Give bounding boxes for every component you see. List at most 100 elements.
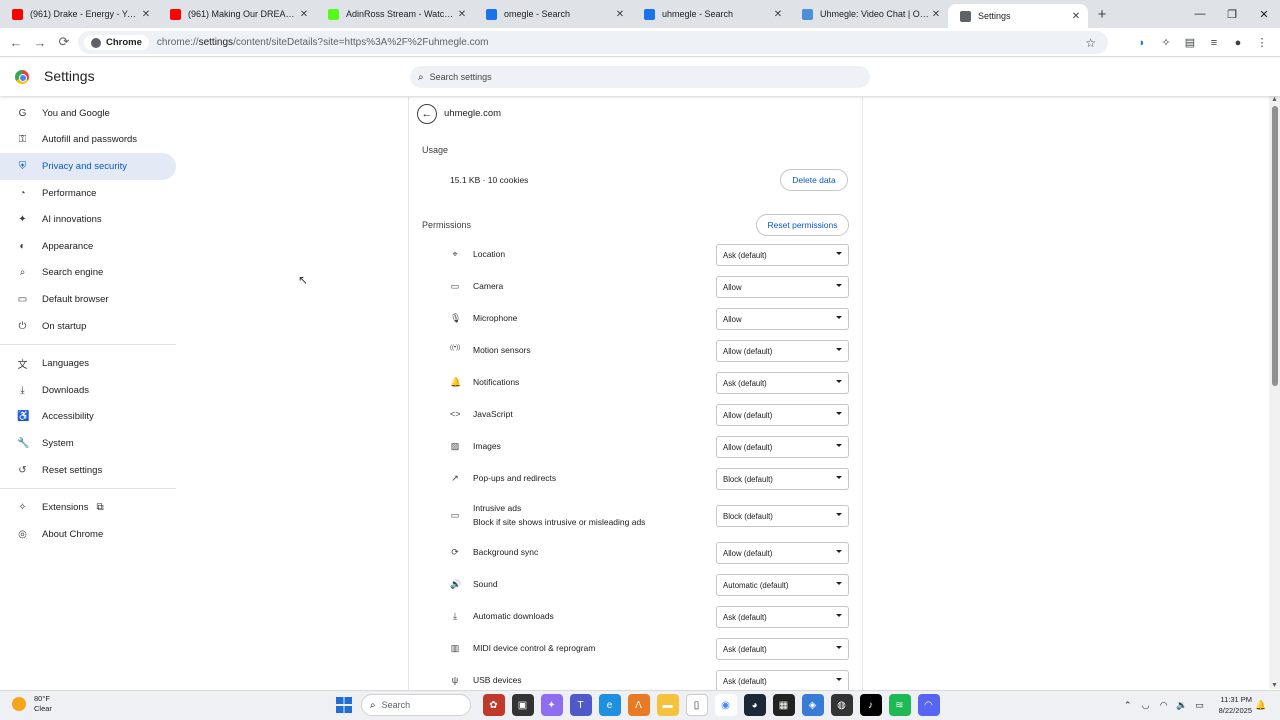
sidebar-icon[interactable]: ▤ [1178,36,1202,49]
file-explorer-icon[interactable]: ▬ [656,694,679,716]
browser-tab[interactable]: omegle - Search ✕ [474,0,632,28]
scrollbar-thumb[interactable] [1272,106,1278,386]
permission-select[interactable]: Allow (default) [716,404,849,426]
steam-icon[interactable]: ◕ [743,694,766,716]
browser-tab[interactable]: (961) Drake - Energy - YouTube✕ [0,0,158,28]
media-icon[interactable]: ≡ [1202,37,1226,49]
teams-icon[interactable]: T [569,694,592,716]
close-icon[interactable]: ✕ [772,9,784,20]
back-arrow-icon[interactable]: ← [4,35,28,50]
discord-icon[interactable]: ◠ [917,694,940,716]
taskbar-search-placeholder: Search [381,700,411,710]
menu-kebab-icon[interactable]: ⋮ [1250,36,1274,49]
close-icon[interactable]: ✕ [614,9,626,20]
close-icon[interactable]: ✕ [1070,11,1082,22]
sidebar-item-extensions[interactable]: ✧ Extensions ⧉ [0,494,176,521]
weather-widget[interactable]: 80°F Clear [12,694,52,714]
sidebar-item-default-browser[interactable]: ▭ Default browser [0,286,176,313]
notification-bell-icon[interactable]: 🔔 [1252,700,1270,711]
taskbar-search[interactable]: ⌕ Search [361,694,471,716]
maximize-icon[interactable]: ❐ [1216,0,1248,28]
chevron-up-icon[interactable]: ⌃ [1119,700,1137,711]
browser-tab[interactable]: Uhmegle: Video Chat | Omegle✕ [790,0,948,28]
sidebar-item-about-chrome[interactable]: ◎ About Chrome [0,521,176,548]
kick-icon [328,8,339,20]
permission-select-value: Ask (default) [723,676,767,686]
scroll-down-icon[interactable]: ▼ [1271,682,1278,689]
permission-select[interactable]: Allow [716,308,849,330]
app-icon[interactable]: ◍ [830,694,853,716]
address-bar[interactable]: Chrome chrome://settings/content/siteDet… [78,31,1108,54]
app-icon[interactable]: ▦ [772,694,795,716]
tiktok-icon[interactable]: ♪ [859,694,882,716]
network-icon[interactable]: ◡ [1137,700,1155,711]
permission-select[interactable]: Ask (default) [716,670,849,692]
sidebar-item-performance[interactable]: ◔ Performance [0,180,176,207]
volume-icon[interactable]: 🔉 [1173,700,1191,711]
sun-icon [12,697,26,711]
app-icon[interactable]: Λ [627,694,650,716]
app-icon[interactable]: ✿ [482,694,505,716]
spotify-icon[interactable]: ≋ [888,694,911,716]
permission-select[interactable]: Ask (default) [716,606,849,628]
close-icon[interactable]: ✕ [930,9,942,20]
sidebar-item-languages[interactable]: 文 Languages [0,350,176,377]
edge-icon[interactable]: e [598,694,621,716]
scroll-up-icon[interactable]: ▲ [1271,96,1278,103]
forward-arrow-icon[interactable]: → [28,35,52,50]
clock[interactable]: 11:31 PM 8/22/2025 [1219,694,1252,716]
app-icon[interactable]: ◈ [801,694,824,716]
minimize-icon[interactable]: — [1184,0,1216,28]
permission-select[interactable]: Allow (default) [716,542,849,564]
wifi-icon[interactable]: ◠ [1155,700,1173,711]
windows-start-icon[interactable] [336,697,352,713]
browser-tab[interactable]: uhmegle - Search ✕ [632,0,790,28]
permission-select[interactable]: Allow (default) [716,340,849,362]
reset-permissions-button[interactable]: Reset permissions [756,214,849,236]
permission-select[interactable]: Block (default) [716,468,849,490]
copilot-icon[interactable]: ✦ [540,694,563,716]
close-icon[interactable]: ✕ [298,9,310,20]
profile-avatar[interactable]: ● [1226,37,1250,49]
permission-select[interactable]: Block (default) [716,505,849,527]
battery-icon[interactable]: ▭ [1191,700,1209,711]
sidebar-item-on-startup[interactable]: ⏻ On startup [0,313,176,340]
extension-icon[interactable]: ◗ [1130,37,1154,49]
sidebar-item-ai-innovations[interactable]: ✦ AI innovations [0,206,176,233]
page-scrollbar[interactable]: ▲ ▼ [1269,96,1280,689]
bookmark-star-icon[interactable]: ☆ [1085,36,1096,50]
search-settings-input[interactable]: ⌕ Search settings [410,66,870,88]
permission-select[interactable]: Automatic (default) [716,574,849,596]
chrome-icon[interactable]: ◉ [714,694,737,716]
permission-select[interactable]: Ask (default) [716,372,849,394]
task-view-icon[interactable]: ▣ [511,694,534,716]
permission-select[interactable]: Ask (default) [716,244,849,266]
sidebar-item-downloads[interactable]: ⤓ Downloads [0,377,176,404]
chevron-down-icon [836,646,842,649]
sidebar-item-search-engine[interactable]: ⌕ Search engine [0,260,176,287]
permission-select[interactable]: Ask (default) [716,638,849,660]
sidebar-item-you-and-google[interactable]: G You and Google [0,100,176,127]
back-arrow-icon[interactable]: ← [417,104,437,124]
reload-icon[interactable]: ⟳ [52,34,76,50]
sidebar-item-appearance[interactable]: ◐ Appearance [0,233,176,260]
close-icon[interactable]: ✕ [140,9,152,20]
browser-tab[interactable]: AdinRoss Stream - Watch Live on Kick✕ [316,0,474,28]
browser-tab[interactable]: (961) Making Our DREAM PURCHASE✕ [158,0,316,28]
close-window-icon[interactable]: ✕ [1248,0,1280,28]
permission-select[interactable]: Allow [716,276,849,298]
permission-label: Camera [473,281,504,291]
new-tab-plus-icon[interactable]: + [1088,6,1116,23]
close-icon[interactable]: ✕ [456,9,468,20]
browser-tab[interactable]: Settings ✕ [948,4,1088,28]
extensions-puzzle-icon[interactable]: ✧ [1154,36,1178,49]
permission-select[interactable]: Allow (default) [716,436,849,458]
site-info-chip[interactable]: Chrome [84,35,149,50]
sidebar-item-system[interactable]: 🔧 System [0,430,176,457]
sidebar-item-privacy-and-security[interactable]: ⛨ Privacy and security [0,153,176,180]
notepad-icon[interactable]: ▯ [685,694,708,716]
sidebar-item-accessibility[interactable]: ♿ Accessibility [0,404,176,431]
sidebar-item-reset-settings[interactable]: ↺ Reset settings [0,457,176,484]
delete-data-button[interactable]: Delete data [780,169,848,191]
sidebar-item-autofill-and-passwords[interactable]: ⚿ Autofill and passwords [0,127,176,154]
